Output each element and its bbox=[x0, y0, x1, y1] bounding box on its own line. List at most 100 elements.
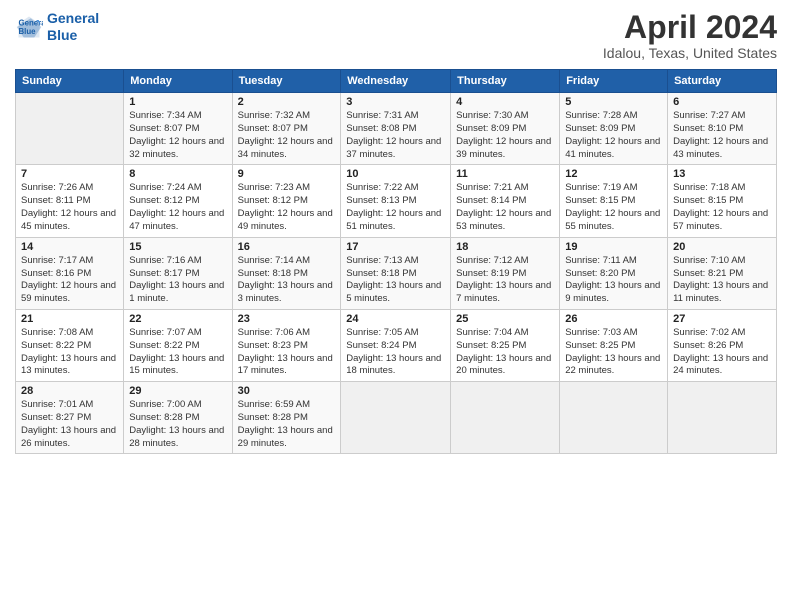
day-info: Sunrise: 7:27 AMSunset: 8:10 PMDaylight:… bbox=[673, 110, 771, 161]
day-number: 2 bbox=[238, 96, 336, 108]
day-number: 25 bbox=[456, 313, 554, 325]
calendar-cell: 3Sunrise: 7:31 AMSunset: 8:08 PMDaylight… bbox=[341, 93, 451, 165]
day-info: Sunrise: 7:05 AMSunset: 8:24 PMDaylight:… bbox=[346, 327, 445, 378]
calendar-cell: 6Sunrise: 7:27 AMSunset: 8:10 PMDaylight… bbox=[668, 93, 777, 165]
col-sunday: Sunday bbox=[16, 70, 124, 93]
day-info: Sunrise: 7:13 AMSunset: 8:18 PMDaylight:… bbox=[346, 255, 445, 306]
day-info: Sunrise: 7:12 AMSunset: 8:19 PMDaylight:… bbox=[456, 255, 554, 306]
calendar-cell: 29 Sunrise: 7:00 AMSunset: 8:28 PMDayligh… bbox=[124, 382, 232, 454]
day-info: Sunrise: 7:03 AMSunset: 8:25 PMDaylight:… bbox=[565, 327, 662, 378]
calendar-cell: 30Sunrise: 6:59 AMSunset: 8:28 PMDayligh… bbox=[232, 382, 341, 454]
calendar-week-1: 1 Sunrise: 7:34 AMSunset: 8:07 PMDaylight… bbox=[16, 93, 777, 165]
calendar-cell: 10 Sunrise: 7:22 AMSunset: 8:13 PMDayligh… bbox=[341, 165, 451, 237]
day-number: 1 bbox=[129, 96, 226, 108]
day-number: 8 bbox=[129, 168, 226, 180]
calendar-cell: 21 Sunrise: 7:08 AMSunset: 8:22 PMDayligh… bbox=[16, 309, 124, 381]
day-number: 17 bbox=[346, 241, 445, 253]
day-number: 18 bbox=[456, 241, 554, 253]
calendar-week-3: 14 Sunrise: 7:17 AMSunset: 8:16 PMDayligh… bbox=[16, 237, 777, 309]
day-number: 12 bbox=[565, 168, 662, 180]
calendar-cell bbox=[341, 382, 451, 454]
day-info: Sunrise: 7:22 AMSunset: 8:13 PMDaylight:… bbox=[346, 182, 445, 233]
month-title: April 2024 bbox=[603, 10, 777, 45]
calendar-header: Sunday Monday Tuesday Wednesday Thursday… bbox=[16, 70, 777, 93]
calendar-body: 1 Sunrise: 7:34 AMSunset: 8:07 PMDaylight… bbox=[16, 93, 777, 454]
day-number: 23 bbox=[238, 313, 336, 325]
logo-line1: General bbox=[47, 10, 99, 26]
calendar-cell: 18 Sunrise: 7:12 AMSunset: 8:19 PMDayligh… bbox=[451, 237, 560, 309]
calendar-cell: 14 Sunrise: 7:17 AMSunset: 8:16 PMDayligh… bbox=[16, 237, 124, 309]
day-info: Sunrise: 7:28 AMSunset: 8:09 PMDaylight:… bbox=[565, 110, 662, 161]
col-saturday: Saturday bbox=[668, 70, 777, 93]
location: Idalou, Texas, United States bbox=[603, 45, 777, 61]
logo-line2: Blue bbox=[47, 27, 77, 43]
day-number: 19 bbox=[565, 241, 662, 253]
day-number: 22 bbox=[129, 313, 226, 325]
calendar-cell: 22 Sunrise: 7:07 AMSunset: 8:22 PMDayligh… bbox=[124, 309, 232, 381]
calendar-cell: 20Sunrise: 7:10 AMSunset: 8:21 PMDayligh… bbox=[668, 237, 777, 309]
day-info: Sunrise: 7:04 AMSunset: 8:25 PMDaylight:… bbox=[456, 327, 554, 378]
calendar-cell: 8 Sunrise: 7:24 AMSunset: 8:12 PMDaylight… bbox=[124, 165, 232, 237]
calendar-cell: 23Sunrise: 7:06 AMSunset: 8:23 PMDayligh… bbox=[232, 309, 341, 381]
day-info: Sunrise: 7:30 AMSunset: 8:09 PMDaylight:… bbox=[456, 110, 554, 161]
day-info: Sunrise: 7:24 AMSunset: 8:12 PMDaylight:… bbox=[129, 182, 226, 233]
svg-text:Blue: Blue bbox=[19, 27, 37, 36]
day-number: 5 bbox=[565, 96, 662, 108]
day-number: 9 bbox=[238, 168, 336, 180]
day-number: 15 bbox=[129, 241, 226, 253]
calendar-cell: 11Sunrise: 7:21 AMSunset: 8:14 PMDayligh… bbox=[451, 165, 560, 237]
title-block: April 2024 Idalou, Texas, United States bbox=[603, 10, 777, 61]
calendar-cell: 24 Sunrise: 7:05 AMSunset: 8:24 PMDayligh… bbox=[341, 309, 451, 381]
header-row: Sunday Monday Tuesday Wednesday Thursday… bbox=[16, 70, 777, 93]
calendar-week-4: 21 Sunrise: 7:08 AMSunset: 8:22 PMDayligh… bbox=[16, 309, 777, 381]
calendar-cell: 26 Sunrise: 7:03 AMSunset: 8:25 PMDayligh… bbox=[560, 309, 668, 381]
calendar-cell: 16Sunrise: 7:14 AMSunset: 8:18 PMDayligh… bbox=[232, 237, 341, 309]
calendar-cell: 28Sunrise: 7:01 AMSunset: 8:27 PMDayligh… bbox=[16, 382, 124, 454]
col-tuesday: Tuesday bbox=[232, 70, 341, 93]
calendar-cell: 7Sunrise: 7:26 AMSunset: 8:11 PMDaylight… bbox=[16, 165, 124, 237]
day-number: 3 bbox=[346, 96, 445, 108]
day-info: Sunrise: 7:14 AMSunset: 8:18 PMDaylight:… bbox=[238, 255, 336, 306]
day-info: Sunrise: 7:16 AMSunset: 8:17 PMDaylight:… bbox=[129, 255, 226, 306]
day-info: Sunrise: 7:08 AMSunset: 8:22 PMDaylight:… bbox=[21, 327, 118, 378]
calendar-cell: 15 Sunrise: 7:16 AMSunset: 8:17 PMDayligh… bbox=[124, 237, 232, 309]
day-number: 4 bbox=[456, 96, 554, 108]
calendar-cell bbox=[668, 382, 777, 454]
col-thursday: Thursday bbox=[451, 70, 560, 93]
day-info: Sunrise: 7:01 AMSunset: 8:27 PMDaylight:… bbox=[21, 399, 118, 450]
day-number: 21 bbox=[21, 313, 118, 325]
calendar-cell: 12 Sunrise: 7:19 AMSunset: 8:15 PMDayligh… bbox=[560, 165, 668, 237]
calendar-week-5: 28Sunrise: 7:01 AMSunset: 8:27 PMDayligh… bbox=[16, 382, 777, 454]
calendar-cell: 1 Sunrise: 7:34 AMSunset: 8:07 PMDaylight… bbox=[124, 93, 232, 165]
day-info: Sunrise: 7:18 AMSunset: 8:15 PMDaylight:… bbox=[673, 182, 771, 233]
day-number: 26 bbox=[565, 313, 662, 325]
calendar-cell: 9 Sunrise: 7:23 AMSunset: 8:12 PMDaylight… bbox=[232, 165, 341, 237]
day-info: Sunrise: 7:17 AMSunset: 8:16 PMDaylight:… bbox=[21, 255, 118, 306]
logo-text: General Blue bbox=[47, 10, 99, 44]
day-info: Sunrise: 7:23 AMSunset: 8:12 PMDaylight:… bbox=[238, 182, 336, 233]
day-info: Sunrise: 6:59 AMSunset: 8:28 PMDaylight:… bbox=[238, 399, 336, 450]
day-number: 13 bbox=[673, 168, 771, 180]
col-monday: Monday bbox=[124, 70, 232, 93]
day-info: Sunrise: 7:21 AMSunset: 8:14 PMDaylight:… bbox=[456, 182, 554, 233]
calendar-cell bbox=[451, 382, 560, 454]
calendar-cell: 2Sunrise: 7:32 AMSunset: 8:07 PMDaylight… bbox=[232, 93, 341, 165]
calendar-cell: 17 Sunrise: 7:13 AMSunset: 8:18 PMDayligh… bbox=[341, 237, 451, 309]
day-info: Sunrise: 7:00 AMSunset: 8:28 PMDaylight:… bbox=[129, 399, 226, 450]
day-info: Sunrise: 7:07 AMSunset: 8:22 PMDaylight:… bbox=[129, 327, 226, 378]
day-number: 27 bbox=[673, 313, 771, 325]
day-number: 7 bbox=[21, 168, 118, 180]
calendar-cell: 25 Sunrise: 7:04 AMSunset: 8:25 PMDayligh… bbox=[451, 309, 560, 381]
day-number: 29 bbox=[129, 385, 226, 397]
day-info: Sunrise: 7:34 AMSunset: 8:07 PMDaylight:… bbox=[129, 110, 226, 161]
header: General Blue General Blue April 2024 Ida… bbox=[15, 10, 777, 61]
day-number: 24 bbox=[346, 313, 445, 325]
day-info: Sunrise: 7:19 AMSunset: 8:15 PMDaylight:… bbox=[565, 182, 662, 233]
day-number: 14 bbox=[21, 241, 118, 253]
calendar-table: Sunday Monday Tuesday Wednesday Thursday… bbox=[15, 69, 777, 454]
day-number: 20 bbox=[673, 241, 771, 253]
calendar-cell: 13 Sunrise: 7:18 AMSunset: 8:15 PMDayligh… bbox=[668, 165, 777, 237]
col-wednesday: Wednesday bbox=[341, 70, 451, 93]
calendar-cell: 5 Sunrise: 7:28 AMSunset: 8:09 PMDaylight… bbox=[560, 93, 668, 165]
day-number: 10 bbox=[346, 168, 445, 180]
